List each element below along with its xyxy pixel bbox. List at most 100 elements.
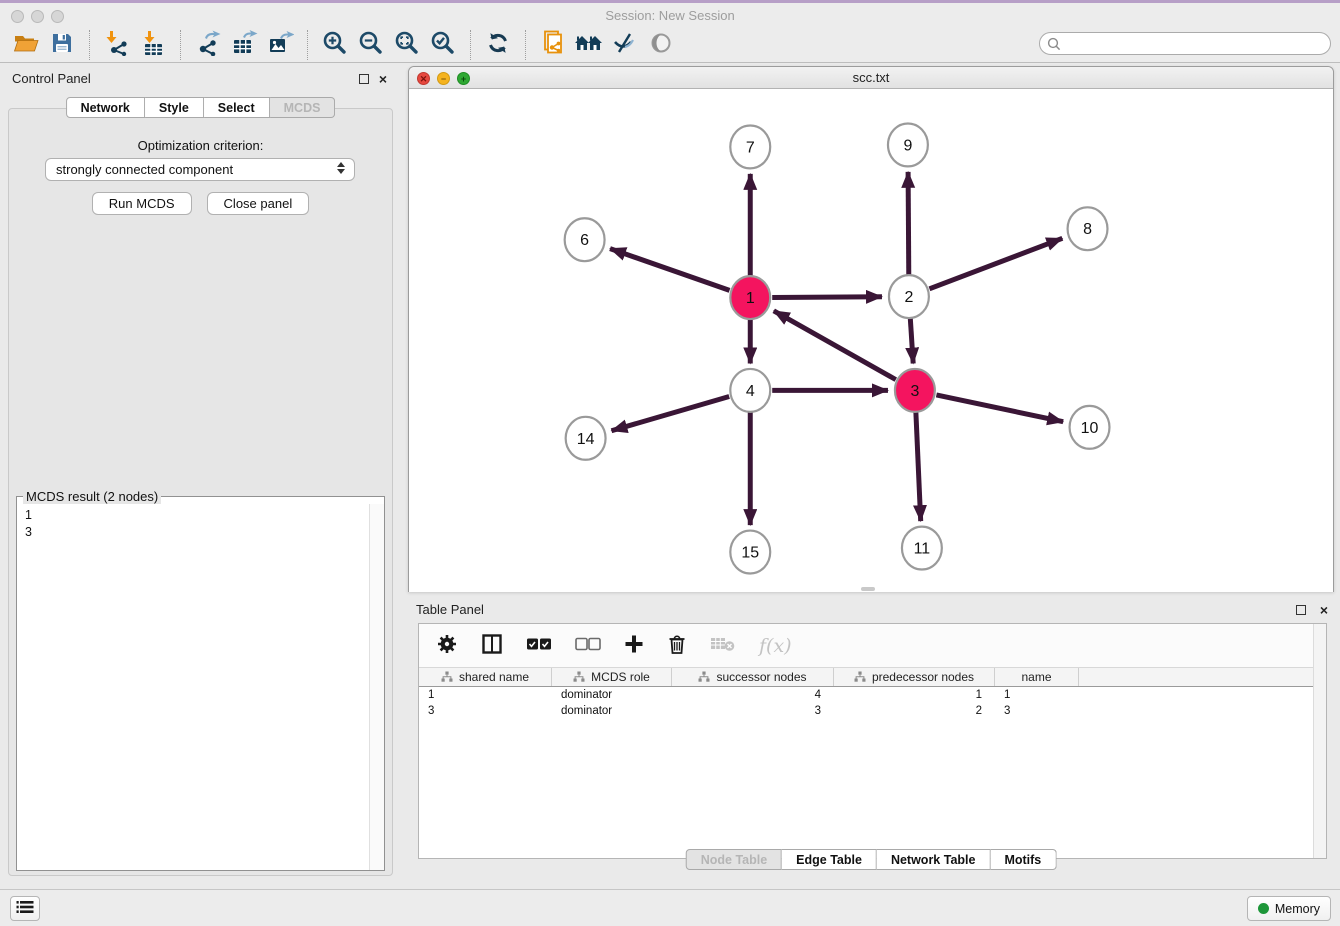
refresh-layout-button[interactable] (480, 29, 516, 61)
zoom-in-button[interactable] (317, 29, 353, 61)
table-cell: 2 (834, 703, 995, 719)
mcds-result-scrollbar[interactable] (369, 504, 384, 870)
hide-panels-button[interactable] (607, 29, 643, 61)
tab-network[interactable]: Network (66, 97, 145, 118)
table-toolbar: f(x) (419, 624, 1313, 667)
checked-boxes-icon (526, 637, 552, 654)
tab-select[interactable]: Select (204, 97, 270, 118)
network-hscrollbar[interactable] (861, 587, 875, 591)
toolbar-separator (525, 30, 526, 60)
graph-edge-1-6[interactable] (610, 249, 729, 291)
graph-node-15[interactable]: 15 (730, 531, 770, 574)
tab-edge-table[interactable]: Edge Table (782, 849, 877, 870)
tab-node-table[interactable]: Node Table (686, 849, 782, 870)
delete-column-button[interactable] (667, 631, 687, 661)
memory-status-icon (1258, 903, 1269, 914)
graph-edge-2-8[interactable] (929, 238, 1062, 288)
save-session-button[interactable] (44, 29, 80, 61)
graph-node-4[interactable]: 4 (730, 369, 770, 412)
function-builder-button[interactable]: f(x) (759, 631, 792, 661)
run-mcds-button[interactable]: Run MCDS (92, 192, 192, 215)
import-network-button[interactable] (99, 29, 135, 61)
graph-node-2[interactable]: 2 (889, 275, 929, 318)
column-header-shared-name[interactable]: shared name (419, 668, 552, 686)
tab-network-table[interactable]: Network Table (877, 849, 991, 870)
select-all-button[interactable] (526, 631, 552, 661)
table-vscrollbar[interactable] (1313, 624, 1326, 858)
table-cell: dominator (552, 687, 672, 703)
float-panel-icon[interactable] (359, 74, 369, 84)
graph-node-3[interactable]: 3 (895, 369, 935, 412)
control-panel-header: Control Panel × (4, 66, 397, 92)
export-table-button[interactable] (226, 29, 262, 61)
graph-node-9[interactable]: 9 (888, 123, 928, 166)
graph-node-8[interactable]: 8 (1068, 207, 1108, 250)
graph-edge-2-3[interactable] (910, 319, 913, 364)
zoom-selected-button[interactable] (425, 29, 461, 61)
graph-node-10[interactable]: 10 (1070, 406, 1110, 449)
table-row[interactable]: 3dominator323 (419, 703, 1313, 719)
eye-icon (648, 31, 674, 58)
zoom-selected-icon (430, 30, 456, 59)
control-panel-title: Control Panel (12, 71, 91, 86)
close-table-panel-icon[interactable]: × (1320, 601, 1328, 619)
node-table-body: 1dominator4113dominator323 (419, 687, 1313, 719)
graph-edge-3-11[interactable] (916, 412, 921, 521)
list-icon (16, 900, 34, 917)
delete-table-button[interactable] (710, 631, 736, 661)
graph-edge-3-10[interactable] (936, 395, 1063, 422)
svg-text:4: 4 (746, 383, 755, 400)
graph-node-11[interactable]: 11 (902, 527, 942, 570)
home-networks-button[interactable] (571, 29, 607, 61)
graph-node-6[interactable]: 6 (565, 218, 605, 261)
table-cell: 3 (672, 703, 834, 719)
search-input[interactable] (1039, 32, 1331, 55)
node-table-header: shared name MCDS role successor nodes pr… (419, 667, 1313, 687)
show-column-panel-button[interactable] (481, 631, 503, 661)
table-cell: 1 (995, 687, 1079, 703)
unchecked-boxes-icon (575, 637, 601, 654)
graph-node-1[interactable]: 1 (730, 276, 770, 319)
zoom-fit-button[interactable] (389, 29, 425, 61)
add-column-button[interactable] (624, 631, 644, 661)
zoom-fit-icon (394, 30, 420, 59)
import-table-button[interactable] (135, 29, 171, 61)
tab-motifs[interactable]: Motifs (990, 849, 1056, 870)
close-panel-button[interactable]: Close panel (207, 192, 310, 215)
log-console-button[interactable] (10, 896, 40, 921)
tab-style[interactable]: Style (145, 97, 204, 118)
float-table-panel-icon[interactable] (1296, 605, 1306, 615)
graph-node-14[interactable]: 14 (566, 417, 606, 460)
toggle-visibility-button[interactable] (643, 29, 679, 61)
export-network-button[interactable] (190, 29, 226, 61)
zoom-out-button[interactable] (353, 29, 389, 61)
table-settings-button[interactable] (436, 631, 458, 661)
table-panel-title: Table Panel (416, 602, 484, 617)
column-header-name[interactable]: name (995, 668, 1079, 686)
network-canvas[interactable]: 1 2 3 4 6 7 8 9 10 11 14 15 (409, 89, 1333, 592)
eye-slash-icon (612, 31, 638, 58)
main-toolbar (0, 27, 1340, 63)
tab-mcds[interactable]: MCDS (270, 97, 336, 118)
svg-text:11: 11 (914, 541, 931, 558)
column-header-successor-nodes[interactable]: successor nodes (672, 668, 834, 686)
graph-node-7[interactable]: 7 (730, 125, 770, 168)
mcds-result-line: 1 (25, 507, 360, 524)
close-panel-icon[interactable]: × (379, 70, 387, 88)
graph-edge-1-2[interactable] (772, 297, 882, 298)
table-row[interactable]: 1dominator411 (419, 687, 1313, 703)
column-header-mcds-role[interactable]: MCDS role (552, 668, 672, 686)
new-network-from-selection-button[interactable] (535, 29, 571, 61)
deselect-all-button[interactable] (575, 631, 601, 661)
graph-edge-3-1[interactable] (774, 311, 896, 380)
export-image-button[interactable] (262, 29, 298, 61)
gear-icon (436, 633, 458, 658)
memory-button[interactable]: Memory (1247, 896, 1331, 921)
open-session-button[interactable] (8, 29, 44, 61)
mcds-result-line: 3 (25, 524, 360, 541)
table-tabs: Node Table Edge Table Network Table Moti… (686, 849, 1057, 870)
graph-edge-2-9[interactable] (908, 172, 909, 275)
criterion-select[interactable]: strongly connected component (45, 158, 355, 181)
graph-edge-4-14[interactable] (611, 397, 729, 431)
column-header-predecessor-nodes[interactable]: predecessor nodes (834, 668, 995, 686)
